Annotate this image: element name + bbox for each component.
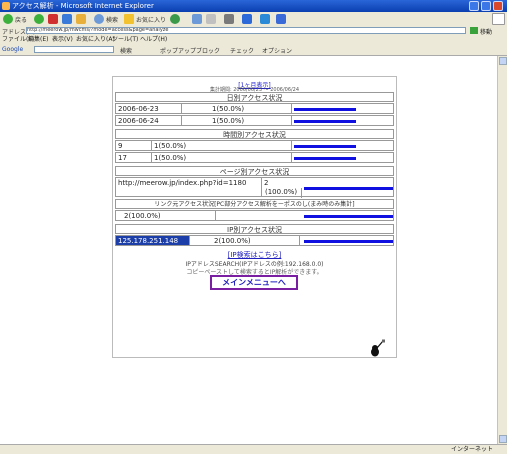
ip-address[interactable]: 125.178.251.148 bbox=[116, 236, 190, 245]
favorites-label[interactable]: お気に入り bbox=[136, 15, 166, 24]
check-button[interactable]: チェック bbox=[230, 46, 254, 55]
print-icon[interactable] bbox=[224, 14, 234, 24]
google-search-input[interactable] bbox=[34, 46, 114, 53]
access-report-panel: [1ヶ月表示] 集計期間: 2006/06/23 〜 2006/06/24 日別… bbox=[112, 76, 397, 358]
menu-item[interactable]: 表示(V) bbox=[52, 35, 73, 44]
table-row: 2(100.0%) bbox=[115, 210, 394, 221]
history-icon[interactable] bbox=[192, 14, 202, 24]
table-row: 9 1(50.0%) bbox=[115, 140, 394, 151]
forward-icon[interactable] bbox=[34, 14, 44, 24]
stop-icon[interactable] bbox=[48, 14, 58, 24]
popup-block-button[interactable]: ポップアップブロック bbox=[160, 46, 220, 55]
favorites-icon[interactable] bbox=[124, 14, 134, 24]
go-icon[interactable] bbox=[470, 27, 478, 34]
messenger-icon[interactable] bbox=[260, 14, 270, 24]
address-input[interactable]: http://meerow.jp/mwcms/?mode=access&page… bbox=[26, 27, 466, 34]
page-percent: (100.0%) bbox=[262, 188, 302, 198]
home-icon[interactable] bbox=[76, 14, 86, 24]
section-hourly: 時間別アクセス状況 bbox=[115, 129, 394, 139]
page-bar bbox=[304, 187, 393, 190]
guitar-icon bbox=[371, 339, 385, 357]
hourly-bar bbox=[294, 157, 356, 160]
search-label[interactable]: 検索 bbox=[106, 15, 118, 24]
back-label[interactable]: 戻る bbox=[15, 15, 27, 24]
google-toolbar: Google 検索 ポップアップブロック チェック オプション bbox=[0, 44, 507, 56]
hourly-count: 1(50.0%) bbox=[152, 153, 292, 162]
page-url: http://meerow.jp/index.php?id=1180 bbox=[116, 178, 262, 196]
window-controls bbox=[469, 1, 505, 11]
table-row: http://meerow.jp/index.php?id=1180 2 (10… bbox=[115, 177, 394, 198]
daily-bar bbox=[294, 120, 356, 123]
minimize-icon[interactable] bbox=[469, 1, 479, 11]
scroll-down-icon[interactable] bbox=[499, 435, 507, 443]
link-bar bbox=[304, 215, 393, 218]
section-link: リンク元アクセス状況[PC部分アクセス解析をーポスのし(まみ時のみ集計] bbox=[115, 199, 394, 209]
daily-date: 2006-06-23 bbox=[116, 104, 182, 113]
table-row: 2006-06-23 1(50.0%) bbox=[115, 103, 394, 114]
scroll-up-icon[interactable] bbox=[499, 57, 507, 65]
daily-count: 1(50.0%) bbox=[182, 116, 292, 125]
ip-count: 2(100.0%) bbox=[190, 236, 300, 245]
menu-item[interactable]: ツール(T) bbox=[112, 35, 138, 44]
page-viewport: [1ヶ月表示] 集計期間: 2006/06/23 〜 2006/06/24 日別… bbox=[0, 56, 497, 444]
research-icon[interactable] bbox=[276, 14, 286, 24]
vertical-scrollbar[interactable] bbox=[497, 56, 507, 444]
media-icon[interactable] bbox=[170, 14, 180, 24]
ip-bar bbox=[304, 240, 393, 243]
section-page: ページ別アクセス状況 bbox=[115, 166, 394, 176]
daily-bar bbox=[294, 108, 356, 111]
ie-app-icon bbox=[2, 2, 10, 10]
main-menu-button[interactable]: メインメニューへ bbox=[210, 275, 298, 290]
hourly-hour: 17 bbox=[116, 153, 152, 162]
hourly-count: 1(50.0%) bbox=[152, 141, 292, 150]
daily-date: 2006-06-24 bbox=[116, 116, 182, 125]
window-titlebar: アクセス解析 - Microsoft Internet Explorer bbox=[0, 0, 507, 12]
window-title: アクセス解析 - Microsoft Internet Explorer bbox=[12, 2, 154, 10]
menu-bar: ファイル(F) 編集(E) 表示(V) お気に入り(A) ツール(T) ヘルプ(… bbox=[0, 35, 507, 44]
nav-toolbar: 戻る 検索 お気に入り bbox=[0, 12, 507, 27]
table-row: 125.178.251.148 2(100.0%) bbox=[115, 235, 394, 246]
hourly-hour: 9 bbox=[116, 141, 152, 150]
google-search-button[interactable]: 検索 bbox=[120, 46, 132, 55]
section-daily: 日別アクセス状況 bbox=[115, 92, 394, 102]
menu-item[interactable]: 編集(E) bbox=[28, 35, 48, 44]
search-icon[interactable] bbox=[94, 14, 104, 24]
menu-item[interactable]: お気に入り(A) bbox=[76, 35, 115, 44]
windows-logo-icon bbox=[492, 13, 505, 25]
menu-item[interactable]: ヘルプ(H) bbox=[140, 35, 167, 44]
daily-count: 1(50.0%) bbox=[182, 104, 292, 113]
refresh-icon[interactable] bbox=[62, 14, 72, 24]
options-button[interactable]: オプション bbox=[262, 46, 292, 55]
table-row: 17 1(50.0%) bbox=[115, 152, 394, 163]
link-count: 2(100.0%) bbox=[116, 211, 216, 220]
table-row: 2006-06-24 1(50.0%) bbox=[115, 115, 394, 126]
section-ip: IP別アクセス状況 bbox=[115, 224, 394, 234]
hourly-bar bbox=[294, 145, 356, 148]
address-bar: アドレス(D) http://meerow.jp/mwcms/?mode=acc… bbox=[0, 26, 507, 36]
close-icon[interactable] bbox=[493, 1, 503, 11]
google-logo: Google bbox=[2, 46, 24, 53]
edit-icon[interactable] bbox=[242, 14, 252, 24]
mail-icon[interactable] bbox=[206, 14, 216, 24]
back-icon[interactable] bbox=[3, 14, 13, 24]
maximize-icon[interactable] bbox=[481, 1, 491, 11]
